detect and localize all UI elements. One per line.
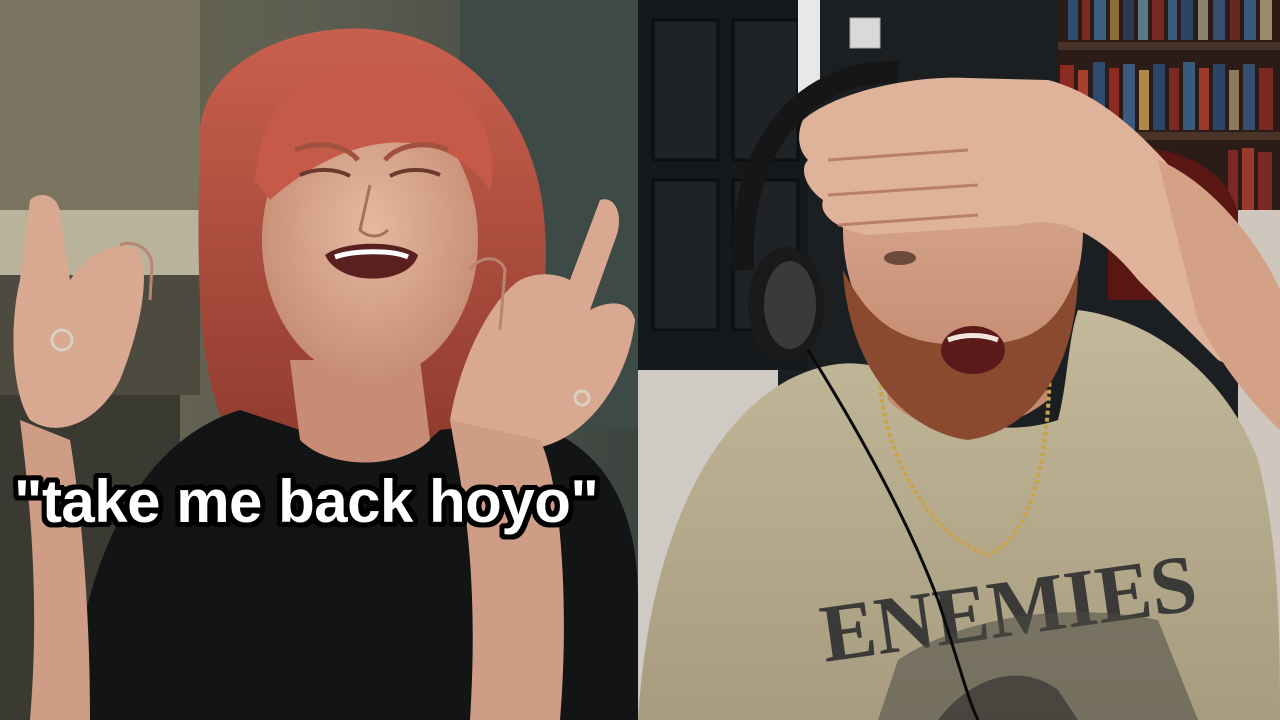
crying-woman-photo: [0, 0, 638, 720]
right-photo-panel: ENEMIES: [638, 0, 1280, 720]
caption-text: "take me back hoyo": [14, 468, 599, 535]
thumbnail-frame: ENEMIES "take me back hoyo": [0, 0, 1280, 720]
reacting-man-with-headphones-photo: ENEMIES: [638, 0, 1280, 720]
left-photo-panel: [0, 0, 638, 720]
